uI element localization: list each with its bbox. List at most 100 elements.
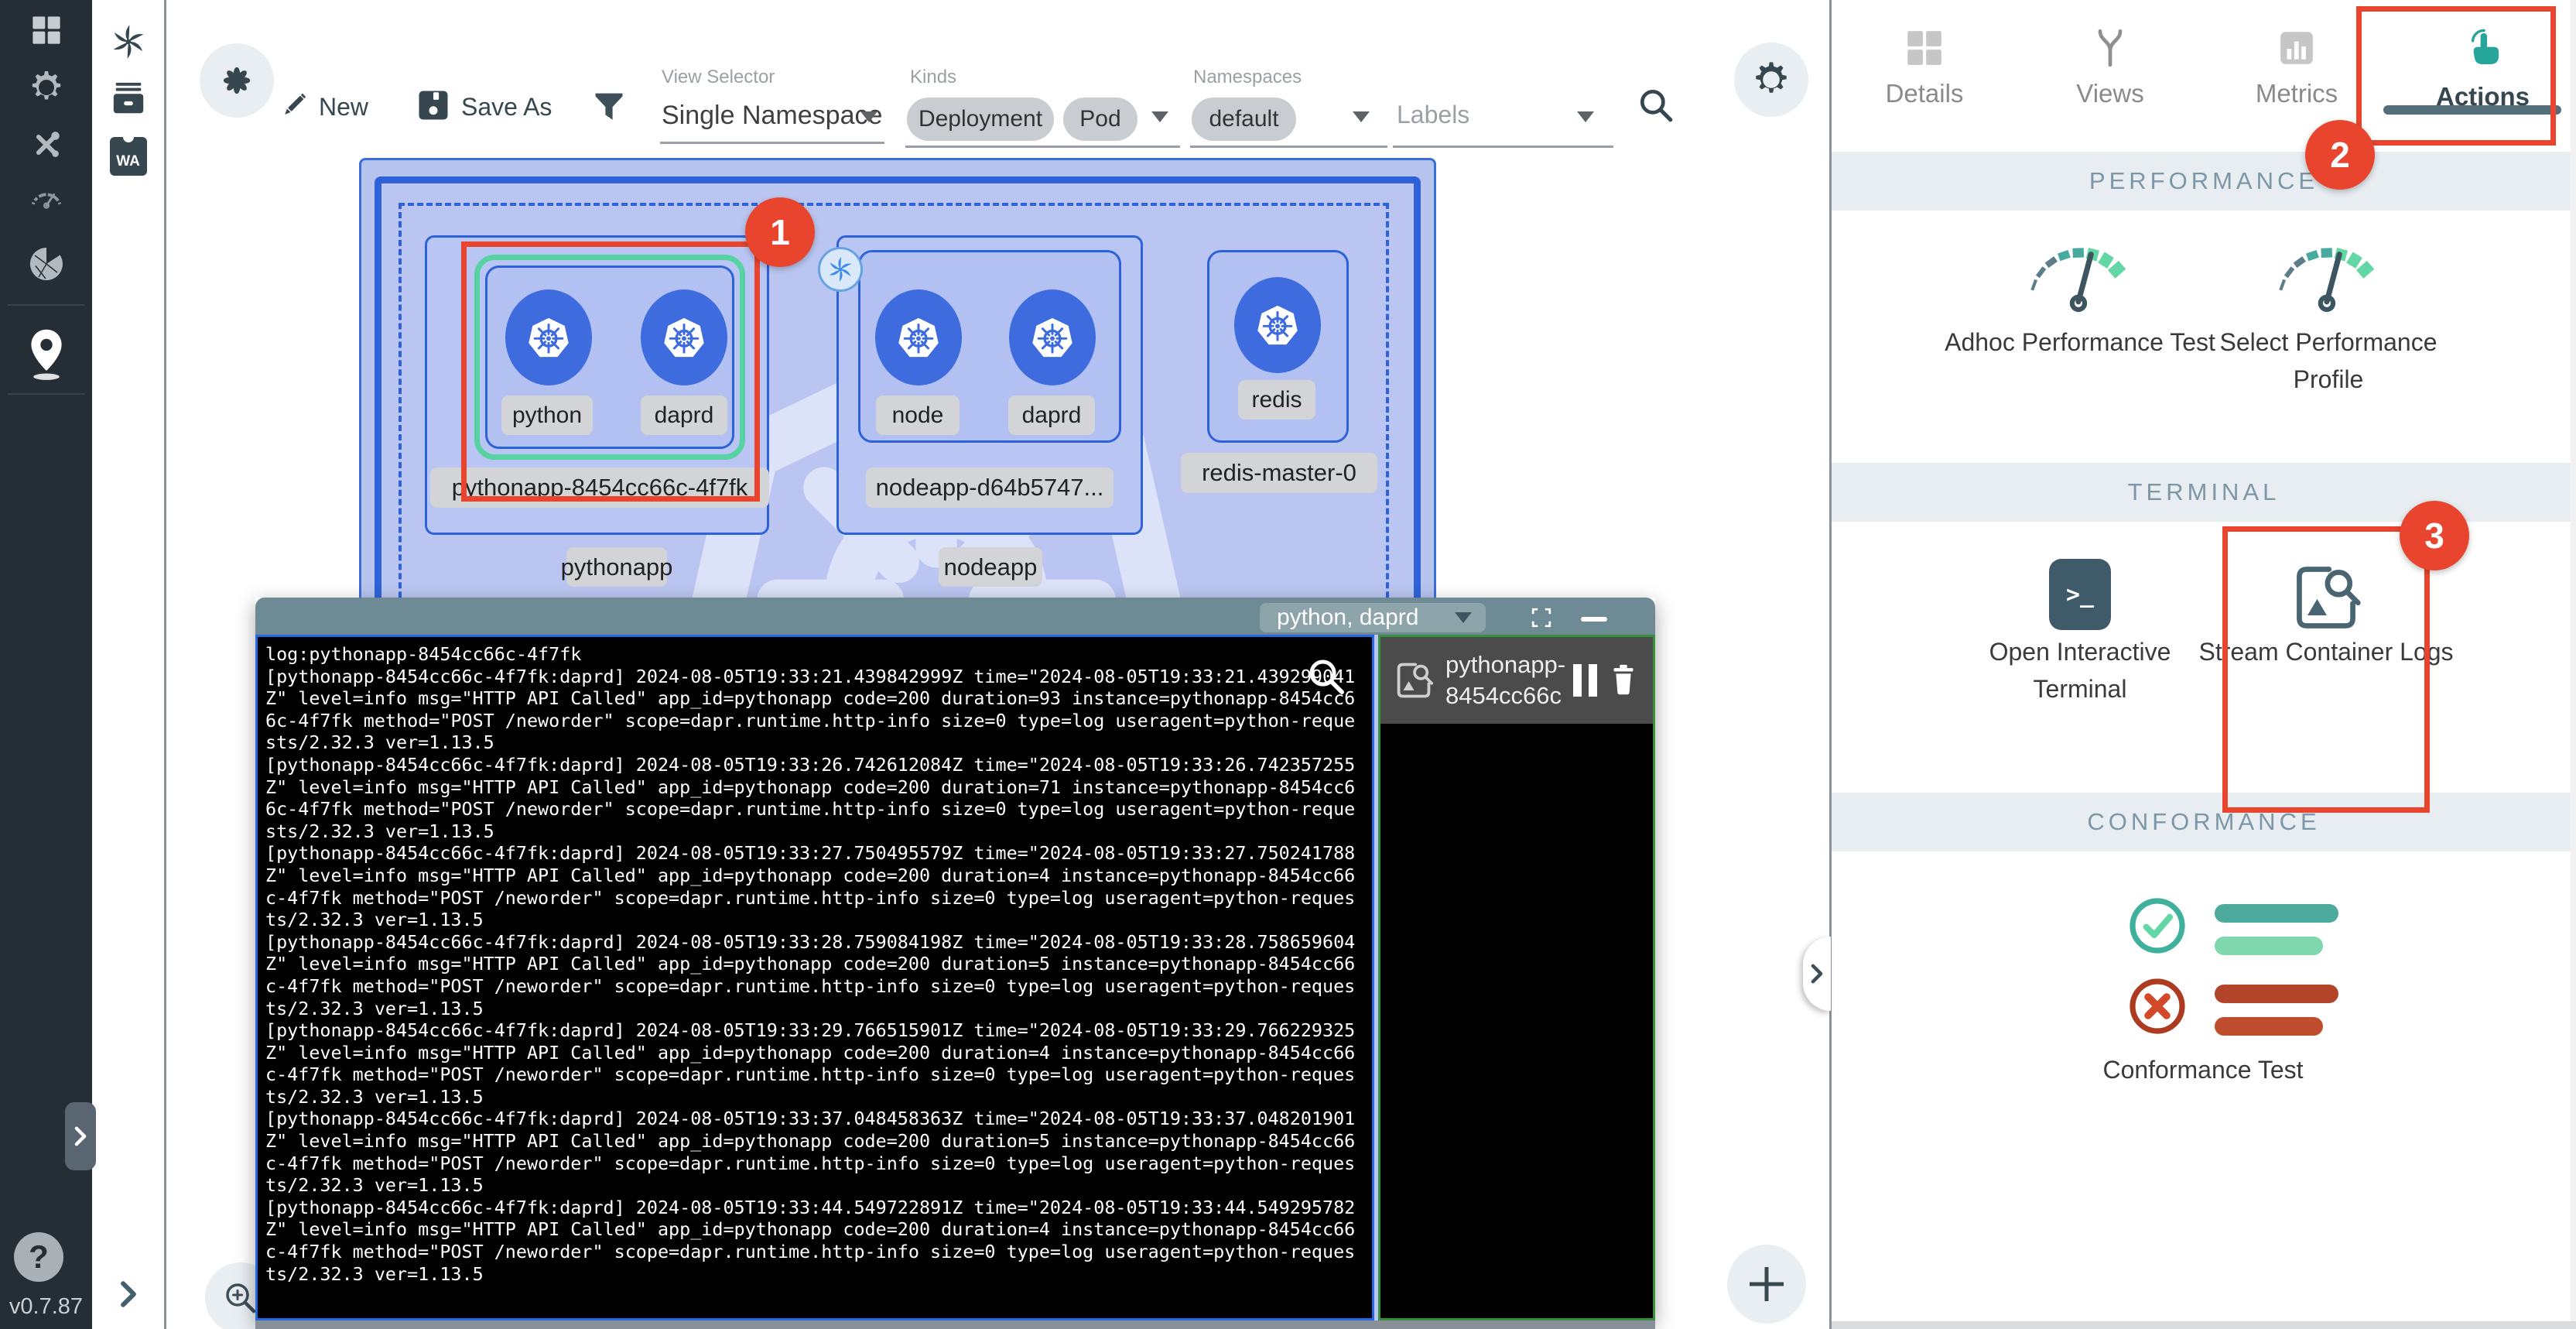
kind-chip-pod[interactable]: Pod <box>1063 98 1137 141</box>
kinds-caret-icon[interactable] <box>1151 111 1168 122</box>
namespaces-caret-icon[interactable] <box>1353 111 1370 122</box>
gear-icon <box>1750 59 1792 101</box>
settings-gear-button[interactable] <box>1734 43 1808 117</box>
view-selector-caret-icon[interactable] <box>860 111 877 122</box>
save-icon[interactable] <box>416 88 450 122</box>
webassembly-icon[interactable]: WA <box>92 132 164 181</box>
dapr-badge-icon <box>818 247 863 292</box>
metrics-chart-icon <box>2277 28 2317 68</box>
container-label: daprd <box>1008 396 1095 435</box>
log-streams-panel <box>1378 635 1655 1320</box>
pod-name-label: redis-master-0 <box>1181 453 1377 493</box>
stream-name-line1: pythonapp- <box>1445 649 1573 680</box>
scrollbar-track[interactable] <box>2571 0 2576 1329</box>
conformance-fail-bar-light <box>2215 1017 2323 1036</box>
section-header-performance: PERFORMANCE <box>1832 152 2576 211</box>
open-terminal-icon[interactable]: >_ <box>2049 559 2111 630</box>
rail-divider <box>8 393 84 395</box>
namespaces-underline <box>1190 146 1387 148</box>
container-selector-value: python, daprd <box>1277 605 1455 631</box>
container-label: node <box>876 396 960 435</box>
conformance-fail-bar <box>2215 985 2338 1003</box>
app-logo-button[interactable] <box>200 43 274 118</box>
dapr-swirl-logo-icon[interactable] <box>92 17 164 67</box>
open-interactive-terminal-label[interactable]: Open Interactive Terminal <box>1952 633 2208 707</box>
gauge-icon <box>2259 226 2398 313</box>
archive-components-icon[interactable] <box>92 74 164 124</box>
performance-gauge-icon[interactable] <box>0 172 92 226</box>
stream-name-line2: 8454cc66c <box>1445 680 1573 711</box>
gauge-icon <box>2010 226 2150 313</box>
log-stream-item[interactable]: pythonapp- 8454cc66c <box>1380 637 1653 724</box>
container-selector-dropdown[interactable]: python, daprd <box>1260 603 1486 632</box>
zoom-in-icon <box>221 1279 260 1317</box>
adhoc-performance-test-button[interactable] <box>2010 226 2150 313</box>
select-performance-profile-label[interactable]: Select Performance Profile <box>2189 324 2468 398</box>
panel-collapse-chevron-icon[interactable] <box>92 1269 164 1319</box>
adhoc-performance-test-label[interactable]: Adhoc Performance Test <box>1941 324 2219 361</box>
log-line: [pythonapp-8454cc66c-4f7fk:daprd] 2024-0… <box>265 842 1364 930</box>
add-button[interactable] <box>1727 1245 1806 1324</box>
log-line: [pythonapp-8454cc66c-4f7fk:daprd] 2024-0… <box>265 754 1364 842</box>
log-output[interactable]: log:pythonapp-8454cc66c-4f7fk[pythonapp-… <box>255 635 1374 1320</box>
help-button[interactable]: ? <box>14 1232 63 1282</box>
log-line: [pythonapp-8454cc66c-4f7fk:daprd] 2024-0… <box>265 931 1364 1019</box>
filter-funnel-icon[interactable] <box>590 87 628 130</box>
horizontal-scrollbar-track[interactable] <box>1832 1321 2576 1329</box>
container-label: redis <box>1238 380 1315 420</box>
labels-input[interactable]: Labels <box>1397 101 1469 129</box>
details-grid-icon <box>1904 28 1945 68</box>
tab-details[interactable]: Details <box>1832 0 2017 147</box>
settings-gears-icon[interactable] <box>0 60 92 115</box>
views-split-icon <box>2090 28 2130 68</box>
delete-stream-icon[interactable] <box>1605 662 1642 699</box>
terminal-minimize-icon[interactable] <box>1581 617 1607 622</box>
search-icon[interactable] <box>1634 84 1678 127</box>
log-line: [pythonapp-8454cc66c-4f7fk:daprd] 2024-0… <box>265 1019 1364 1108</box>
save-as-button[interactable]: Save As <box>461 93 552 122</box>
container-redis[interactable] <box>1234 277 1321 373</box>
tools-icon[interactable] <box>0 118 92 172</box>
panel-expand-chevron[interactable] <box>1803 937 1831 1011</box>
conformance-test-label[interactable]: Conformance Test <box>2064 1051 2342 1088</box>
annotation-badge-2: 2 <box>2305 120 2375 190</box>
version-label: v0.7.87 <box>0 1294 92 1320</box>
kind-chip-deployment[interactable]: Deployment <box>907 98 1054 141</box>
log-line: [pythonapp-8454cc66c-4f7fk:daprd] 2024-0… <box>265 1108 1364 1196</box>
plus-icon <box>1746 1264 1787 1304</box>
namespace-chip-default[interactable]: default <box>1192 98 1296 141</box>
container-node[interactable] <box>875 289 962 385</box>
pause-stream-icon[interactable] <box>1573 664 1597 697</box>
view-selector-value[interactable]: Single Namespace <box>662 101 882 131</box>
mesh-flower-icon <box>217 60 257 101</box>
log-search-icon[interactable] <box>1305 655 1348 698</box>
rail-divider <box>8 304 84 306</box>
kinds-label: Kinds <box>910 67 956 88</box>
prompt-glyph: >_ <box>2066 581 2094 608</box>
pencil-icon[interactable] <box>277 88 311 122</box>
conformance-pie-icon[interactable] <box>0 237 92 291</box>
annotation-badge-1: 1 <box>745 197 815 267</box>
tab-views[interactable]: Views <box>2017 0 2203 147</box>
view-selector-underline <box>660 142 884 144</box>
new-button[interactable]: New <box>319 93 368 122</box>
component-rail <box>92 0 166 1329</box>
log-line: [pythonapp-8454cc66c-4f7fk:daprd] 2024-0… <box>265 666 1364 754</box>
app-window: ? v0.7.87 WA New Save As View Selector S… <box>0 0 2576 1329</box>
labels-underline <box>1393 146 1613 148</box>
labels-caret-icon[interactable] <box>1577 111 1594 122</box>
namespaces-label: Namespaces <box>1193 67 1302 88</box>
kubernetes-icon <box>1027 312 1078 363</box>
dashboard-icon[interactable] <box>0 3 92 57</box>
location-pin-icon[interactable] <box>0 319 92 390</box>
sidebar-expand-handle[interactable] <box>65 1102 96 1170</box>
conformance-fail-icon[interactable] <box>2126 975 2188 1037</box>
conformance-pass-bar <box>2215 904 2338 923</box>
stream-logs-icon <box>1393 659 1435 701</box>
select-performance-profile-button[interactable] <box>2259 226 2398 313</box>
kubernetes-icon <box>893 312 944 363</box>
log-line: log:pythonapp-8454cc66c-4f7fk <box>265 643 1364 666</box>
container-daprd-node[interactable] <box>1009 289 1096 385</box>
conformance-check-icon[interactable] <box>2126 895 2188 957</box>
terminal-fullscreen-icon[interactable] <box>1526 604 1557 632</box>
